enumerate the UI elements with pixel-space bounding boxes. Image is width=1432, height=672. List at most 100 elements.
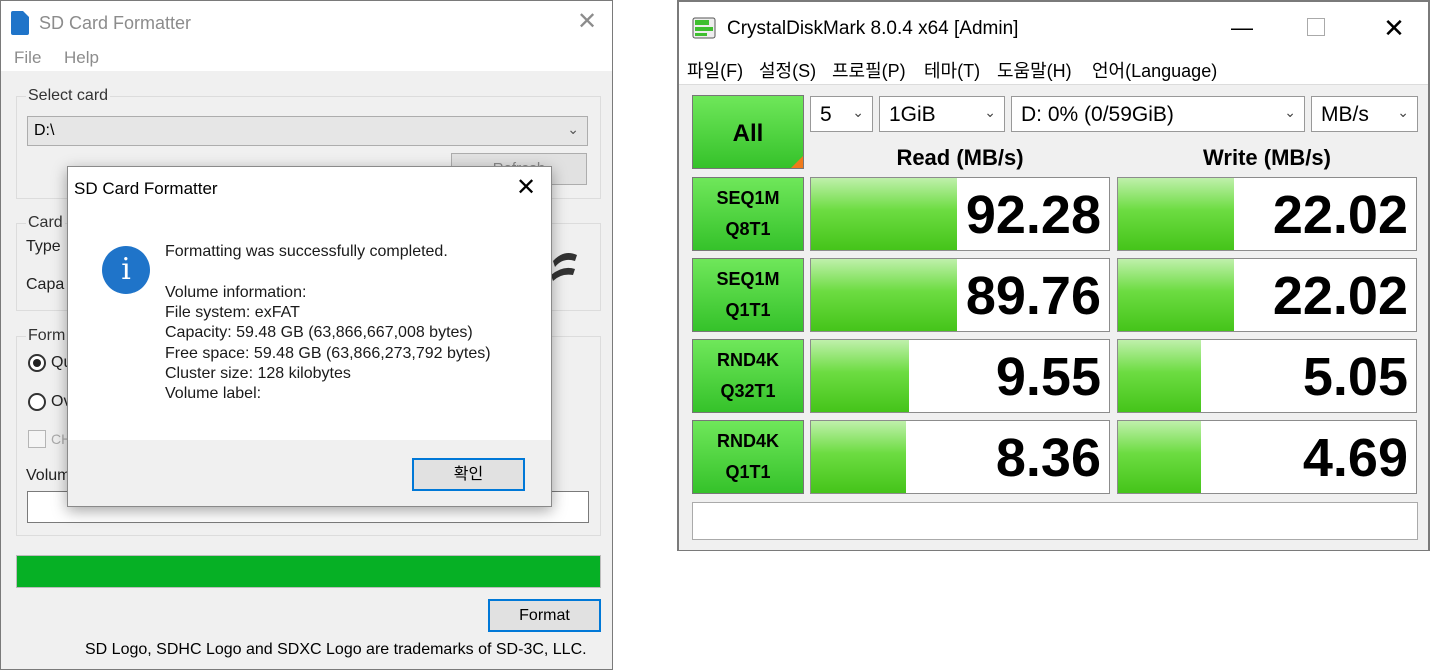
write-value: 22.02 [1272, 185, 1408, 245]
quick-format-radio[interactable] [28, 354, 46, 372]
all-button[interactable]: All [692, 95, 804, 169]
title-bar: CrystalDiskMark 8.0.4 x64 [Admin] — ✕ [679, 2, 1428, 54]
test-button-seq1m-q1t1[interactable]: SEQ1M Q1T1 [692, 258, 804, 332]
window-title: CrystalDiskMark 8.0.4 x64 [Admin] [727, 18, 1019, 39]
format-group-label: Form [26, 327, 68, 345]
write-result: 22.02 [1117, 258, 1417, 332]
write-result: 22.02 [1117, 177, 1417, 251]
read-bar [811, 421, 907, 493]
drive-select[interactable]: D: 0% (0/59GiB) ⌄ [1011, 96, 1305, 132]
menu-bar: File Help [1, 45, 612, 71]
drive-value: D: 0% (0/59GiB) [1021, 103, 1174, 126]
size-select[interactable]: 1GiB ⌄ [879, 96, 1005, 132]
dialog-footer: 확인 [68, 440, 551, 506]
menu-profile[interactable]: 프로필(P) [832, 57, 906, 83]
trademark-text: SD Logo, SDHC Logo and SDXC Logo are tra… [85, 641, 587, 658]
dialog-title: SD Card Formatter [74, 179, 218, 198]
comment-field[interactable] [692, 502, 1418, 540]
count-select[interactable]: 5 ⌄ [810, 96, 873, 132]
close-icon[interactable]: ✕ [1379, 14, 1409, 42]
read-result: 92.28 [810, 177, 1110, 251]
progress-fill [17, 556, 600, 587]
write-result: 4.69 [1117, 420, 1417, 494]
write-result: 5.05 [1117, 339, 1417, 413]
test-params: Q1T1 [725, 462, 771, 482]
capacity-label: Capa [26, 276, 65, 293]
read-result: 89.76 [810, 258, 1110, 332]
format-button[interactable]: Format [488, 599, 601, 632]
write-value: 4.69 [1302, 428, 1408, 488]
menu-file[interactable]: 파일(F) [687, 57, 743, 83]
card-group-label: Card [26, 214, 65, 232]
close-icon[interactable]: ✕ [573, 7, 601, 37]
read-result: 8.36 [810, 420, 1110, 494]
chevron-down-icon: ⌄ [567, 121, 579, 137]
menu-help[interactable]: 도움말(H) [997, 57, 1072, 83]
test-button-rnd4k-q1t1[interactable]: RND4K Q1T1 [692, 420, 804, 494]
write-value: 22.02 [1272, 266, 1408, 326]
title-bar: SD Card Formatter ✕ [1, 1, 612, 45]
chevron-down-icon: ⌄ [1284, 104, 1296, 120]
dialog-message: Formatting was successfully completed. [165, 243, 448, 260]
unit-select[interactable]: MB/s ⌄ [1311, 96, 1418, 132]
volume-label-caption: Volum [26, 467, 71, 484]
read-bar [811, 178, 958, 250]
read-value: 92.28 [965, 185, 1101, 245]
cluster-size-line: Cluster size: 128 kilobytes [165, 365, 351, 382]
test-name: RND4K [716, 431, 779, 451]
progress-bar [16, 555, 601, 588]
all-button-label: All [732, 120, 764, 147]
read-bar [811, 259, 958, 331]
menu-help[interactable]: Help [64, 48, 99, 68]
read-header: Read (MB/s) [896, 145, 1024, 170]
test-name: SEQ1M [716, 188, 780, 208]
maximize-icon[interactable] [1307, 18, 1325, 36]
write-value: 5.05 [1302, 347, 1408, 407]
test-button-seq1m-q8t1[interactable]: SEQ1M Q8T1 [692, 177, 804, 251]
menu-settings[interactable]: 설정(S) [759, 57, 816, 83]
window-title: SD Card Formatter [39, 13, 192, 33]
size-value: 1GiB [889, 103, 936, 126]
capacity-line: Capacity: 59.48 GB (63,866,667,008 bytes… [165, 324, 473, 341]
read-value: 9.55 [995, 347, 1101, 407]
chs-checkbox[interactable] [28, 430, 46, 448]
chevron-down-icon: ⌄ [984, 104, 996, 120]
write-bar [1118, 259, 1235, 331]
menu-language[interactable]: 언어(Language) [1092, 57, 1217, 83]
menu-bar: 파일(F) 설정(S) 프로필(P) 테마(T) 도움말(H) 언어(Langu… [679, 54, 1428, 82]
read-bar [811, 340, 910, 412]
benchmark-panel: All 5 ⌄ 1GiB ⌄ D: 0% (0/59GiB) ⌄ MB/s ⌄ … [679, 84, 1428, 550]
overwrite-format-radio[interactable] [28, 393, 46, 411]
write-bar [1118, 178, 1235, 250]
select-card-label: Select card [26, 87, 111, 105]
sd-logo-icon [551, 253, 577, 281]
sd-formatter-window: SD Card Formatter ✕ File Help Select car… [0, 0, 613, 670]
file-system-line: File system: exFAT [165, 304, 300, 321]
write-bar [1118, 421, 1202, 493]
unit-value: MB/s [1321, 103, 1369, 126]
info-icon: i [102, 246, 150, 294]
completion-dialog: SD Card Formatter ✕ i Formatting was suc… [67, 166, 552, 507]
write-bar [1118, 340, 1202, 412]
ok-button[interactable]: 확인 [412, 458, 525, 491]
sd-card-icon [11, 11, 29, 35]
card-select[interactable]: D:\ ⌄ [27, 116, 588, 146]
corner-marker [791, 156, 803, 168]
test-params: Q8T1 [725, 219, 771, 239]
chevron-down-icon: ⌄ [852, 104, 864, 120]
write-header: Write (MB/s) [1203, 145, 1331, 170]
free-space-line: Free space: 59.48 GB (63,866,273,792 byt… [165, 345, 491, 362]
close-icon[interactable]: ✕ [510, 173, 542, 203]
test-button-rnd4k-q32t1[interactable]: RND4K Q32T1 [692, 339, 804, 413]
test-params: Q32T1 [720, 381, 776, 401]
test-params: Q1T1 [725, 300, 771, 320]
menu-file[interactable]: File [14, 48, 41, 68]
volume-label-line: Volume label: [165, 385, 262, 402]
minimize-icon[interactable]: — [1227, 14, 1257, 42]
disk-icon [692, 17, 716, 39]
volume-info-line: Volume information: [165, 284, 307, 301]
menu-theme[interactable]: 테마(T) [924, 57, 980, 83]
read-result: 9.55 [810, 339, 1110, 413]
chevron-down-icon: ⌄ [1397, 104, 1409, 120]
read-value: 89.76 [965, 266, 1101, 326]
